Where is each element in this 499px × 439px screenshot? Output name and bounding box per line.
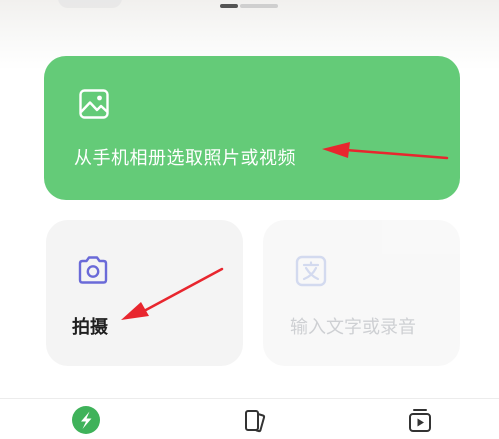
blurred-background-element: [58, 0, 122, 8]
drag-handle[interactable]: [220, 3, 278, 9]
tab-video[interactable]: [404, 405, 436, 435]
text-translate-icon: [295, 255, 327, 287]
cards-icon: [245, 410, 266, 433]
text-or-voice-input-button[interactable]: 输入文字或录音: [263, 220, 460, 366]
pick-from-album-button[interactable]: 从手机相册选取照片或视频: [44, 56, 460, 200]
bottom-tab-bar: [0, 399, 499, 439]
take-photo-label: 拍摄: [72, 317, 108, 338]
image-icon: [79, 89, 109, 119]
tab-home[interactable]: [70, 405, 102, 435]
pick-from-album-label: 从手机相册选取照片或视频: [74, 148, 296, 169]
video-play-icon: [409, 409, 431, 432]
app-logo-icon: [72, 406, 100, 434]
bottom-sheet: 从手机相册选取照片或视频 拍摄 输入文字或录音: [0, 0, 499, 398]
take-photo-button[interactable]: 拍摄: [46, 220, 243, 366]
tab-cards[interactable]: [238, 405, 270, 435]
camera-icon: [78, 256, 108, 284]
text-or-voice-input-label: 输入文字或录音: [290, 317, 416, 338]
